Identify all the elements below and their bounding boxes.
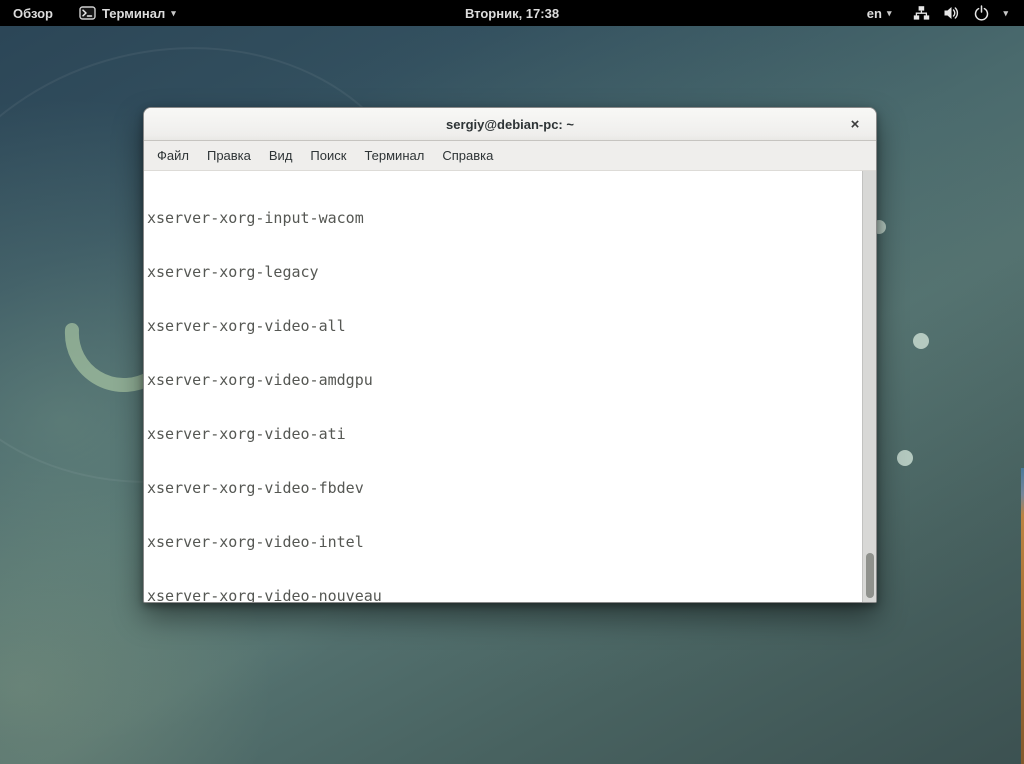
terminal-output-line: xserver-xorg-video-all <box>147 317 862 335</box>
chevron-down-icon: ▾ <box>887 9 892 18</box>
scrollbar-thumb[interactable] <box>866 553 874 598</box>
menu-help[interactable]: Справка <box>433 142 502 169</box>
menu-search[interactable]: Поиск <box>301 142 355 169</box>
terminal-output-line: xserver-xorg-legacy <box>147 263 862 281</box>
terminal-output-line: xserver-xorg-video-fbdev <box>147 479 862 497</box>
terminal-output-line: xserver-xorg-video-nouveau <box>147 587 862 602</box>
app-menu-button[interactable]: Терминал ▾ <box>75 0 180 26</box>
activities-label: Обзор <box>13 6 53 21</box>
network-wired-icon <box>913 5 930 21</box>
power-icon <box>973 5 990 21</box>
terminal-output-line: xserver-xorg-video-intel <box>147 533 862 551</box>
terminal-output-line: xserver-xorg-video-amdgpu <box>147 371 862 389</box>
keyboard-layout-label: en <box>867 6 882 21</box>
gnome-top-bar: Обзор Терминал ▾ Вторник, 17:38 en ▾ <box>0 0 1024 26</box>
wallpaper-dot <box>913 333 929 349</box>
activities-button[interactable]: Обзор <box>9 0 57 26</box>
terminal-app-icon <box>79 5 96 21</box>
window-title: sergiy@debian-pc: ~ <box>446 117 574 132</box>
app-menu-label: Терминал <box>102 6 165 21</box>
keyboard-layout-button[interactable]: en ▾ <box>863 0 896 26</box>
volume-high-icon <box>943 5 960 21</box>
clock-label: Вторник, 17:38 <box>465 6 559 21</box>
window-titlebar[interactable]: sergiy@debian-pc: ~ × <box>144 108 876 141</box>
chevron-down-icon: ▾ <box>1003 9 1008 18</box>
terminal-output: xserver-xorg-input-wacom xserver-xorg-le… <box>144 171 862 602</box>
window-menubar: Файл Правка Вид Поиск Терминал Справка <box>144 141 876 171</box>
chevron-down-icon: ▾ <box>171 9 176 18</box>
close-button[interactable]: × <box>844 108 866 141</box>
menu-file[interactable]: Файл <box>148 142 198 169</box>
terminal-output-line: xserver-xorg-video-ati <box>147 425 862 443</box>
terminal-window: sergiy@debian-pc: ~ × Файл Правка Вид По… <box>143 107 877 603</box>
wallpaper-dot <box>897 450 913 466</box>
menu-terminal[interactable]: Терминал <box>355 142 433 169</box>
menu-view[interactable]: Вид <box>260 142 302 169</box>
terminal-viewport[interactable]: xserver-xorg-input-wacom xserver-xorg-le… <box>144 171 876 602</box>
terminal-output-line: xserver-xorg-input-wacom <box>147 209 862 227</box>
clock-button[interactable]: Вторник, 17:38 <box>461 0 563 26</box>
menu-edit[interactable]: Правка <box>198 142 260 169</box>
terminal-scrollbar[interactable] <box>862 171 876 602</box>
system-status-button[interactable]: ▾ <box>909 0 1012 26</box>
